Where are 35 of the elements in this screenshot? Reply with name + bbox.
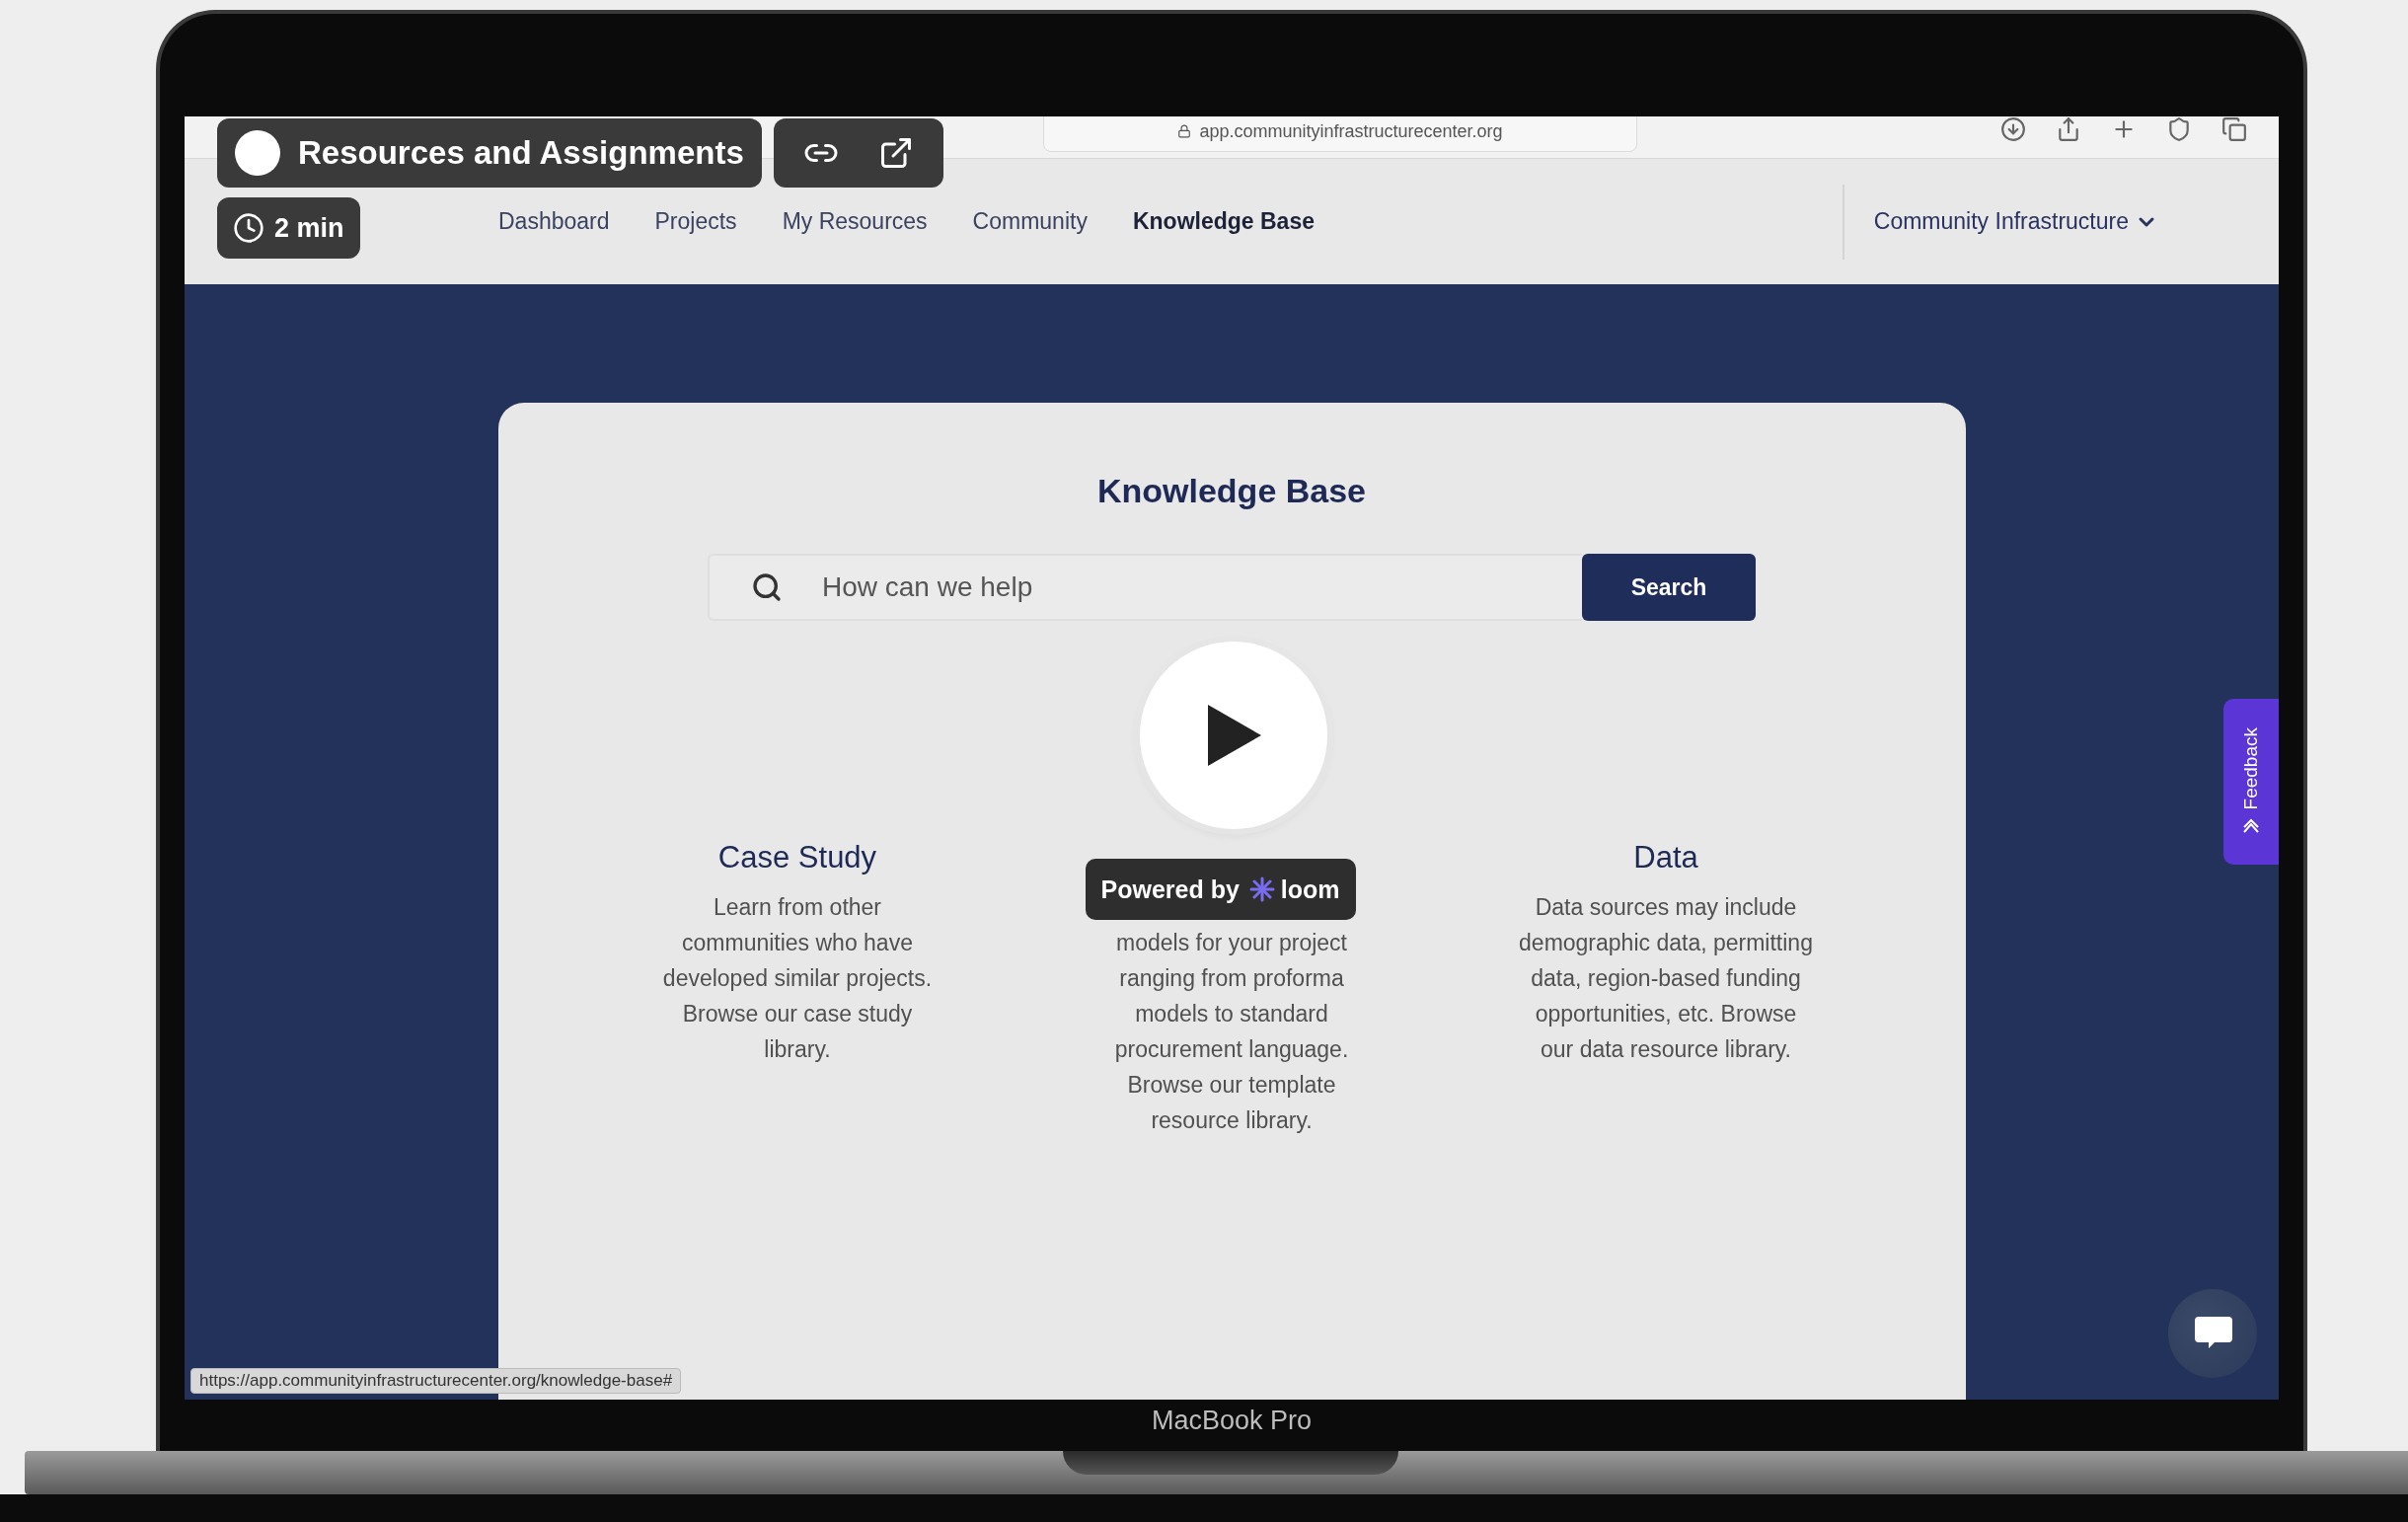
search-field[interactable]: How can we help [708,554,1582,621]
address-text: app.communityinfrastructurecenter.org [1199,120,1503,142]
powered-by-badge[interactable]: Powered by loom [1085,859,1356,920]
category-description: models for your project ranging from proforma models to standard procurement language. Browse our template resource library. [1113,929,1350,1135]
download-icon[interactable] [2000,116,2026,142]
search-button[interactable]: Search [1582,554,1756,621]
category-title[interactable]: Data [1633,840,1698,875]
search-icon [751,571,783,603]
external-link-icon[interactable] [878,135,914,171]
starburst-icon [1248,876,1275,902]
share-icon[interactable] [2056,116,2081,142]
badge-text: Powered by [1100,875,1240,904]
duration-text: 2 min [274,212,344,244]
address-bar[interactable]: app.communityinfrastructurecenter.org [1043,116,1637,152]
clock-icon [233,212,264,244]
page-title: Knowledge Base [1096,472,1367,510]
tabs-icon[interactable] [2221,116,2247,142]
nav-link[interactable]: Projects [654,208,737,235]
avatar-icon [235,130,280,176]
device-label: MacBook Pro [1150,1406,1314,1436]
category-description: Learn from other communities who have developed similar projects. Browse our case study library. [661,893,934,1064]
category-title[interactable]: Case Study [717,840,877,875]
category-description: Data sources may include demographic data, permitting data, region-based funding opportunities, etc. Browse our data resource library. [1518,893,1814,1064]
shield-icon[interactable] [2166,116,2192,142]
video-title-text: Resources and Assignments [298,134,744,172]
nav-link[interactable]: Community [972,208,1088,235]
organization-menu[interactable]: Community Infrastructure [1867,207,2164,236]
feedback-tab[interactable]: Feedback [2223,699,2279,865]
nav-link[interactable]: Knowledge Base [1132,208,1315,235]
nav-link[interactable]: My Resources [782,208,928,235]
feedback-text: Feedback [2240,727,2262,810]
lock-icon [1177,124,1192,138]
status-url: https://app.communityinfrastructurecenter.org/knowledge-base# [190,1368,682,1394]
brand-name: loom [1280,875,1340,904]
nav-link[interactable]: Dashboard [498,208,610,235]
